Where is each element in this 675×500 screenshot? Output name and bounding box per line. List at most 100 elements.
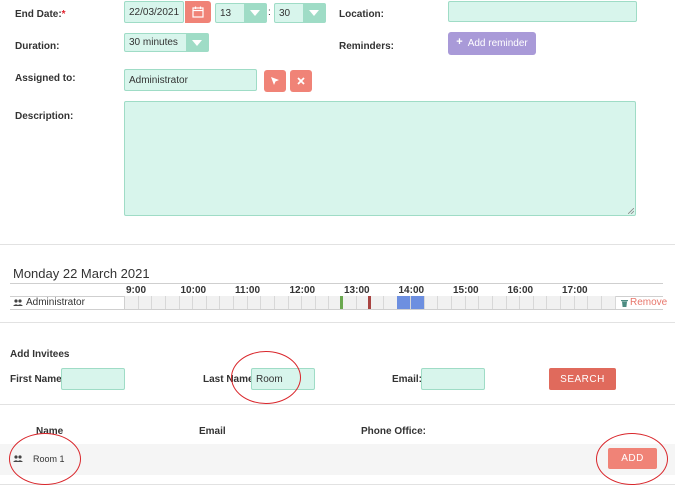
- timeline-slot[interactable]: [574, 296, 589, 309]
- timeline-slot[interactable]: [547, 296, 561, 309]
- timeline-slot[interactable]: [465, 296, 480, 309]
- timeline-slot[interactable]: [261, 296, 275, 309]
- timeline-slot[interactable]: [193, 296, 207, 309]
- timeline-slot[interactable]: [234, 296, 248, 309]
- required-mark: *: [61, 9, 66, 20]
- location-label: Location:: [339, 9, 384, 20]
- divider: [0, 244, 675, 245]
- location-input[interactable]: [448, 1, 637, 22]
- close-icon: [297, 77, 305, 85]
- timeline-slot[interactable]: [588, 296, 602, 309]
- timeline-slot[interactable]: [370, 296, 384, 309]
- calendar-button[interactable]: [185, 1, 211, 23]
- calendar-icon: [192, 6, 204, 18]
- reminders-label: Reminders:: [339, 41, 395, 52]
- email-label: Email:: [392, 374, 423, 385]
- annotation-circle-room: [9, 433, 81, 485]
- timeline-slot[interactable]: [220, 296, 234, 309]
- scheduler-date-title: Monday 22 March 2021: [13, 266, 150, 281]
- timeline-slot[interactable]: [424, 296, 439, 309]
- timeline-slot[interactable]: [506, 296, 521, 309]
- scheduler-hour-label: 15:00: [453, 285, 479, 296]
- timeline-slot[interactable]: [302, 296, 316, 309]
- timeline-slot[interactable]: [383, 296, 398, 309]
- chevron-down-icon: [186, 34, 208, 51]
- select-user-button[interactable]: [264, 70, 286, 92]
- remove-label: Remove: [630, 297, 668, 308]
- scheduler-hour-label: 11:00: [235, 285, 261, 296]
- divider: [0, 404, 675, 405]
- description-label: Description:: [15, 111, 74, 122]
- add-reminder-label: Add reminder: [467, 38, 528, 49]
- add-invitees-title: Add Invitees: [10, 349, 70, 360]
- annotation-circle-add: [596, 433, 668, 485]
- scheduler-hours-row: 9:00 10:00 11:00 12:00 13:00 14:00 15:00 16:00 1…: [124, 284, 614, 296]
- assigned-to-input[interactable]: Administrator: [124, 69, 257, 91]
- timeline-start-marker: [340, 296, 343, 309]
- divider: [0, 322, 675, 323]
- add-reminder-button[interactable]: + Add reminder: [448, 32, 536, 55]
- users-icon: [13, 298, 23, 306]
- scheduler-hour-label: 16:00: [507, 285, 534, 296]
- timeline-slot[interactable]: [343, 296, 357, 309]
- annotation-circle-last-name: [231, 351, 301, 404]
- first-name-input[interactable]: [61, 368, 125, 390]
- timeline-end-marker: [368, 296, 371, 309]
- timeline-slot[interactable]: [152, 296, 166, 309]
- timeline-slot[interactable]: [165, 296, 180, 309]
- scheduler-bottom-border: [10, 309, 663, 310]
- timeline-slot[interactable]: [452, 296, 466, 309]
- chevron-down-icon: [244, 4, 266, 22]
- duration-select[interactable]: 30 minutes: [124, 33, 209, 52]
- timeline-slot[interactable]: [492, 296, 507, 309]
- timeline-slot[interactable]: [533, 296, 548, 309]
- description-textarea[interactable]: [124, 101, 636, 216]
- table-row: [0, 444, 675, 475]
- scheduler-hour-label: 17:00: [562, 285, 588, 296]
- timeline-slot[interactable]: [315, 296, 330, 309]
- timeline-slot[interactable]: [179, 296, 194, 309]
- scheduler-slot-row: [124, 296, 616, 309]
- timeline-slot[interactable]: [601, 296, 616, 309]
- timeline-slot[interactable]: [520, 296, 534, 309]
- resize-handle-icon[interactable]: [628, 208, 634, 214]
- search-button[interactable]: SEARCH: [549, 368, 616, 390]
- minute-select[interactable]: 30: [274, 3, 326, 23]
- end-date-input[interactable]: 22/03/2021: [124, 1, 184, 23]
- assigned-to-label: Assigned to:: [15, 73, 76, 84]
- timeline-busy-slot: [397, 296, 410, 309]
- cursor-arrow-icon: [271, 77, 279, 85]
- timeline-slot[interactable]: [288, 296, 303, 309]
- timeline-slot[interactable]: [206, 296, 221, 309]
- time-separator: :: [268, 7, 271, 18]
- timeline-slot[interactable]: [561, 296, 575, 309]
- timeline-slot[interactable]: [479, 296, 493, 309]
- end-date-label: End Date:*: [15, 9, 66, 20]
- timeline-busy-slot: [411, 296, 424, 309]
- timeline-slot[interactable]: [125, 296, 139, 309]
- minute-select-value: 30: [279, 7, 291, 19]
- scheduler-attendee: Administrator: [13, 297, 85, 308]
- scheduler-hour-label: 9:00: [126, 285, 147, 296]
- scheduler-hour-label: 10:00: [180, 285, 207, 296]
- scheduler-attendee-name: Administrator: [26, 297, 85, 308]
- plus-icon: +: [456, 35, 463, 48]
- scheduler-hour-label: 13:00: [344, 285, 370, 296]
- timeline-slot[interactable]: [274, 296, 289, 309]
- timeline-slot[interactable]: [247, 296, 262, 309]
- email-input[interactable]: [421, 368, 485, 390]
- col-header-email: Email: [199, 426, 226, 437]
- end-date-label-text: End Date:: [15, 9, 62, 20]
- duration-label: Duration:: [15, 41, 60, 52]
- clear-user-button[interactable]: [290, 70, 312, 92]
- col-header-phone: Phone Office:: [361, 426, 427, 437]
- hour-select-value: 13: [220, 7, 232, 19]
- remove-attendee-link[interactable]: Remove: [621, 297, 667, 308]
- first-name-label: First Name:: [10, 374, 66, 385]
- timeline-slot[interactable]: [438, 296, 452, 309]
- trash-icon: [621, 299, 628, 307]
- duration-select-value: 30 minutes: [129, 37, 178, 48]
- chevron-down-icon: [303, 4, 325, 22]
- timeline-slot[interactable]: [138, 296, 153, 309]
- hour-select[interactable]: 13: [215, 3, 267, 23]
